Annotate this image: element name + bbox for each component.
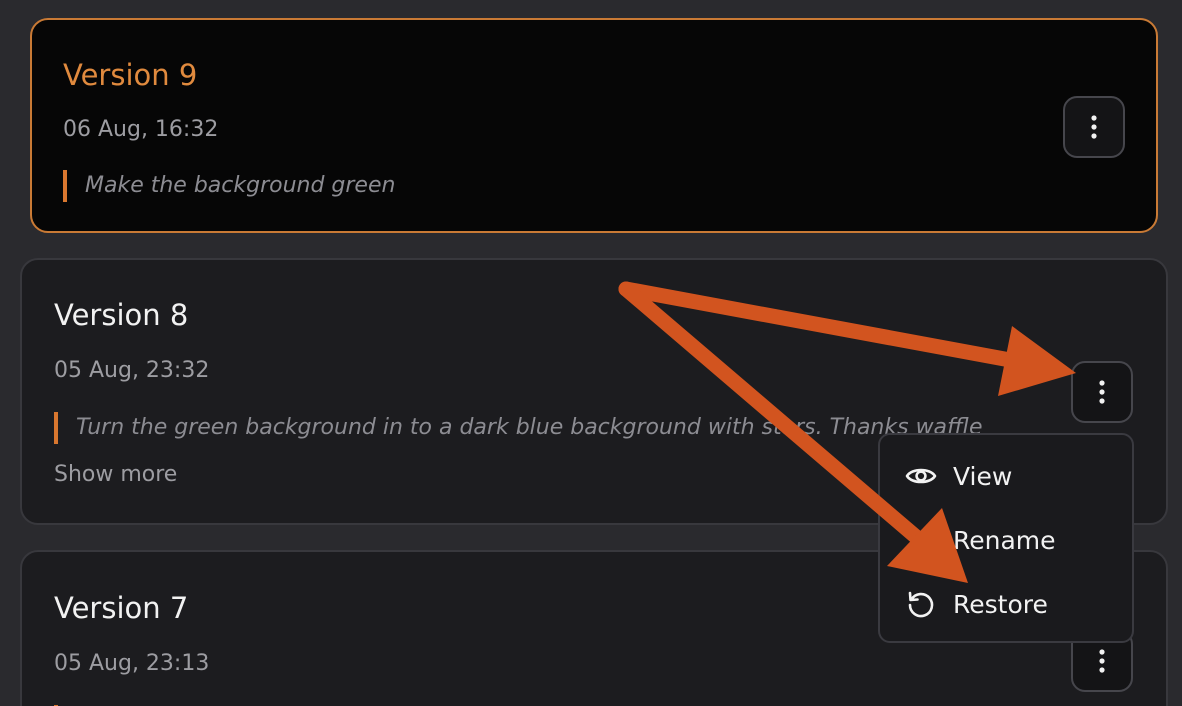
- version-date: 06 Aug, 16:32: [63, 117, 219, 142]
- more-vertical-icon: [1091, 115, 1097, 139]
- version-title: Version 8: [54, 298, 189, 332]
- eye-icon: [904, 459, 938, 493]
- more-vertical-icon: [1099, 649, 1105, 673]
- show-more-link[interactable]: Show more: [54, 462, 177, 487]
- menu-item-label: View: [953, 461, 1013, 491]
- menu-item-restore[interactable]: Restore: [880, 576, 1132, 632]
- version-title: Version 9: [63, 58, 198, 92]
- menu-item-rename[interactable]: Rename: [880, 512, 1132, 568]
- restore-icon: [904, 587, 938, 621]
- version-context-menu: View Rename Restore: [878, 433, 1134, 643]
- more-vertical-icon: [1099, 380, 1105, 404]
- version-prompt: Make the background green: [63, 170, 985, 202]
- version-date: 05 Aug, 23:13: [54, 651, 210, 676]
- version-card-9[interactable]: Version 9 06 Aug, 16:32 Make the backgro…: [30, 18, 1158, 233]
- menu-item-label: Rename: [953, 525, 1056, 555]
- version-options-button[interactable]: [1071, 361, 1133, 423]
- version-options-button[interactable]: [1063, 96, 1125, 158]
- version-date: 05 Aug, 23:32: [54, 358, 210, 383]
- version-title: Version 7: [54, 591, 189, 625]
- menu-item-label: Restore: [953, 589, 1048, 619]
- menu-item-view[interactable]: View: [880, 448, 1132, 504]
- version-history-panel: Version 9 06 Aug, 16:32 Make the backgro…: [0, 0, 1182, 706]
